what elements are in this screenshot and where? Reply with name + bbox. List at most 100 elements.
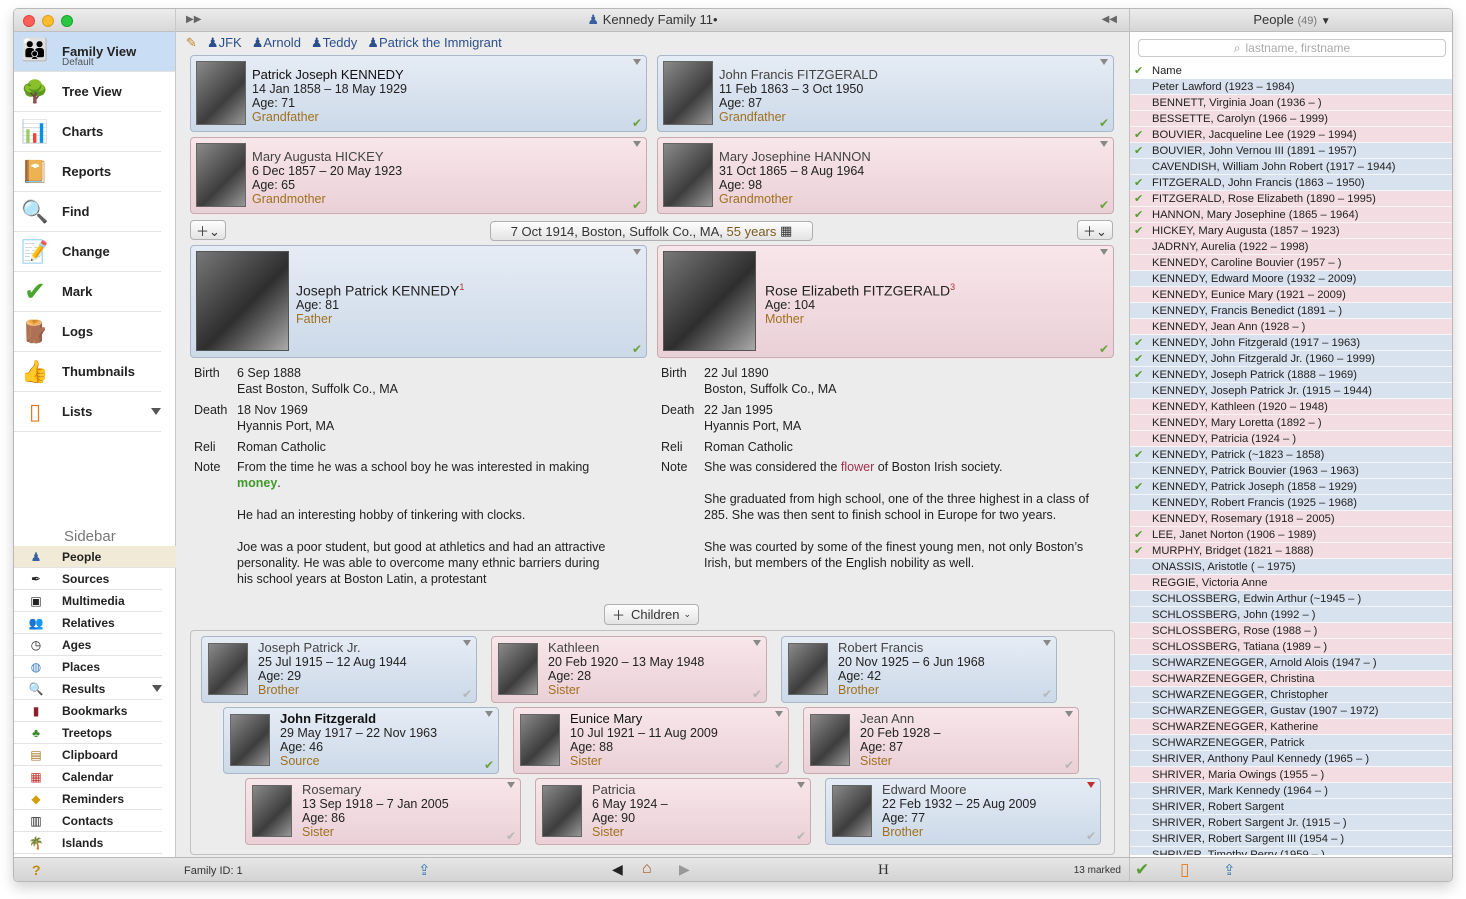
nav-reports[interactable]: 📔 Reports: [14, 152, 161, 192]
family-view-style[interactable]: Default: [62, 57, 94, 68]
people-list-row[interactable]: BENNETT, Virginia Joan (1936 – ): [1130, 95, 1452, 111]
father-note[interactable]: From the time he was a school boy he was…: [237, 459, 617, 587]
people-list-row[interactable]: KENNEDY, Francis Benedict (1891 – ): [1130, 303, 1452, 319]
people-list-row[interactable]: SCHLOSSBERG, Tatiana (1989 – ): [1130, 639, 1452, 655]
expand-left-icon[interactable]: ▶▶: [186, 9, 201, 31]
sidebar-item-bookmarks[interactable]: ▮ Bookmarks: [14, 700, 162, 722]
sidebar-item-results[interactable]: 🔍 Results: [14, 678, 162, 700]
father-death[interactable]: 18 Nov 1969 Hyannis Port, MA: [237, 402, 597, 434]
chevron-down-icon[interactable]: [633, 141, 641, 147]
chevron-down-icon[interactable]: [1100, 59, 1108, 65]
people-list-row[interactable]: ✔ HANNON, Mary Josephine (1865 – 1964): [1130, 207, 1452, 223]
people-list-row[interactable]: KENNEDY, Robert Francis (1925 – 1968): [1130, 495, 1452, 511]
minimize-button[interactable]: [42, 15, 54, 27]
child-card[interactable]: Kathleen 20 Feb 1920 – 13 May 1948 Age: 28…: [491, 636, 767, 703]
zoom-button[interactable]: [61, 15, 73, 27]
people-list-row[interactable]: Peter Lawford (1923 – 1984): [1130, 79, 1452, 95]
bookmark-jfk[interactable]: ♟JFK: [207, 35, 242, 51]
people-list-row[interactable]: ✔ HICKEY, Mary Augusta (1857 – 1923): [1130, 223, 1452, 239]
child-card[interactable]: Joseph Patrick Jr. 25 Jul 1915 – 12 Aug 1…: [201, 636, 477, 703]
nav-mark[interactable]: ✔ Mark: [14, 272, 161, 312]
mother-religion[interactable]: Roman Catholic: [704, 439, 1064, 455]
chevron-down-icon[interactable]: [797, 782, 805, 788]
chevron-down-icon[interactable]: [1043, 640, 1051, 646]
people-list-row[interactable]: SHRIVER, Robert Sargent III (1954 – ): [1130, 831, 1452, 847]
chevron-down-icon[interactable]: [753, 640, 761, 646]
share-icon[interactable]: ⇪: [1223, 861, 1236, 879]
nav-tree-view[interactable]: 🌳 Tree View: [14, 72, 161, 112]
chevron-down-icon[interactable]: [775, 711, 783, 717]
people-list-row[interactable]: SCHWARZENEGGER, Gustav (1907 – 1972): [1130, 703, 1452, 719]
father-birth[interactable]: 6 Sep 1888 East Boston, Suffolk Co., MA: [237, 365, 597, 397]
people-list-row[interactable]: SCHWARZENEGGER, Katherine: [1130, 719, 1452, 735]
people-list-row[interactable]: CAVENDISH, William John Robert (1917 – 1…: [1130, 159, 1452, 175]
child-card[interactable]: Eunice Mary 10 Jul 1921 – 11 Aug 2009 Age:…: [513, 707, 789, 774]
people-list-row[interactable]: KENNEDY, Mary Loretta (1892 – ): [1130, 415, 1452, 431]
bookmark-patrick-immigrant[interactable]: ♟Patrick the Immigrant: [367, 35, 501, 51]
people-list-row[interactable]: KENNEDY, Edward Moore (1932 – 2009): [1130, 271, 1452, 287]
sidebar-item-relatives[interactable]: 👥 Relatives: [14, 612, 162, 634]
people-list-row[interactable]: ✔ KENNEDY, Patrick (~1823 – 1858): [1130, 447, 1452, 463]
people-list-row[interactable]: KENNEDY, Eunice Mary (1921 – 2009): [1130, 287, 1452, 303]
chevron-down-icon[interactable]: [633, 59, 641, 65]
child-card[interactable]: Jean Ann 20 Feb 1928 – Age: 87 Sister ✔: [803, 707, 1079, 774]
sidebar-item-places[interactable]: ◍ Places: [14, 656, 162, 678]
people-list-row[interactable]: SCHWARZENEGGER, Arnold Alois (1947 – ): [1130, 655, 1452, 671]
sidebar-item-ages[interactable]: ◷ Ages: [14, 634, 162, 656]
child-card[interactable]: Robert Francis 20 Nov 1925 – 6 Jun 1968 Ag…: [781, 636, 1057, 703]
people-list-row[interactable]: ✔ FITZGERALD, John Francis (1863 – 1950): [1130, 175, 1452, 191]
sidebar-item-contacts[interactable]: ▥ Contacts: [14, 810, 162, 832]
mother-birth[interactable]: 22 Jul 1890 Boston, Suffolk Co., MA: [704, 365, 1064, 397]
people-list-row[interactable]: ✔ KENNEDY, Joseph Patrick (1888 – 1969): [1130, 367, 1452, 383]
share-icon[interactable]: ⇪: [418, 861, 431, 879]
chevron-down-icon[interactable]: [485, 711, 493, 717]
nav-family-view[interactable]: 👪 Family View Default: [14, 32, 175, 72]
chevron-down-icon[interactable]: [463, 640, 471, 646]
help-button[interactable]: ?: [32, 862, 41, 878]
sidebar-item-calendar[interactable]: ▦ Calendar: [14, 766, 162, 788]
people-list-row[interactable]: BESSETTE, Carolyn (1966 – 1999): [1130, 111, 1452, 127]
chevron-down-icon[interactable]: [507, 782, 515, 788]
people-list-row[interactable]: ✔ BOUVIER, John Vernou III (1891 – 1957): [1130, 143, 1452, 159]
people-list-row[interactable]: SHRIVER, Robert Sargent Jr. (1915 – ): [1130, 815, 1452, 831]
home-icon[interactable]: ⌂: [642, 860, 652, 878]
father-religion[interactable]: Roman Catholic: [237, 439, 597, 455]
people-list-header[interactable]: ✔ Name: [1130, 63, 1452, 79]
grandparent-card[interactable]: John Francis FITZGERALD 11 Feb 1863 – 3 O…: [657, 55, 1114, 132]
nav-thumbnails[interactable]: 👍 Thumbnails: [14, 352, 161, 392]
people-list-row[interactable]: KENNEDY, Jean Ann (1928 – ): [1130, 319, 1452, 335]
chevron-down-icon[interactable]: [151, 408, 161, 415]
child-card[interactable]: Edward Moore 22 Feb 1932 – 25 Aug 2009 Age…: [825, 778, 1101, 845]
children-button[interactable]: ＋ Children ⌄: [604, 604, 699, 625]
sidebar-item-people[interactable]: ♟ People: [14, 546, 176, 568]
people-list-row[interactable]: ✔ BOUVIER, Jacqueline Lee (1929 – 1994): [1130, 127, 1452, 143]
people-list-row[interactable]: JADRNY, Aurelia (1922 – 1998): [1130, 239, 1452, 255]
people-list-row[interactable]: SCHWARZENEGGER, Christopher: [1130, 687, 1452, 703]
sidebar-item-reminders[interactable]: ◆ Reminders: [14, 788, 162, 810]
people-list-row[interactable]: ✔ KENNEDY, John Fitzgerald (1917 – 1963): [1130, 335, 1452, 351]
sidebar-item-multimedia[interactable]: ▣ Multimedia: [14, 590, 162, 612]
back-icon[interactable]: ◀: [612, 861, 623, 878]
grandparent-card[interactable]: Patrick Joseph KENNEDY 14 Jan 1858 – 18 M…: [190, 55, 647, 132]
sidebar-item-clipboard[interactable]: ▤ Clipboard: [14, 744, 162, 766]
mother-note[interactable]: She was considered the flower of Boston …: [704, 459, 1099, 571]
people-list-row[interactable]: ONASSIS, Aristotle ( – 1975): [1130, 559, 1452, 575]
chevron-down-icon[interactable]: [1100, 249, 1108, 255]
people-list-row[interactable]: KENNEDY, Patrick Bouvier (1963 – 1963): [1130, 463, 1452, 479]
chevron-down-icon[interactable]: [152, 685, 162, 692]
people-list-row[interactable]: ✔ KENNEDY, Patrick Joseph (1858 – 1929): [1130, 479, 1452, 495]
mother-card[interactable]: Rose Elizabeth FITZGERALD3 Age: 104 Mother…: [657, 245, 1114, 358]
chevron-down-icon[interactable]: [633, 249, 641, 255]
people-header[interactable]: People (49) ▼: [1130, 9, 1452, 32]
father-card[interactable]: Joseph Patrick KENNEDY1 Age: 81 Father ✔: [190, 245, 647, 358]
chevron-down-icon[interactable]: [1100, 141, 1108, 147]
sidebar-item-sources[interactable]: ✒ Sources: [14, 568, 162, 590]
mother-death[interactable]: 22 Jan 1995 Hyannis Port, MA: [704, 402, 1064, 434]
chevron-down-icon[interactable]: [1065, 711, 1073, 717]
child-card[interactable]: Patricia 6 May 1924 – Age: 90 Sister ✔: [535, 778, 811, 845]
close-button[interactable]: [23, 15, 35, 27]
expand-right-icon[interactable]: ◀◀: [1102, 9, 1117, 31]
marriage-info[interactable]: 7 Oct 1914, Boston, Suffolk Co., MA, 55 …: [490, 221, 813, 241]
grandparent-card[interactable]: Mary Josephine HANNON 31 Oct 1865 – 8 Aug…: [657, 137, 1114, 214]
nav-change[interactable]: 📝 Change: [14, 232, 161, 272]
